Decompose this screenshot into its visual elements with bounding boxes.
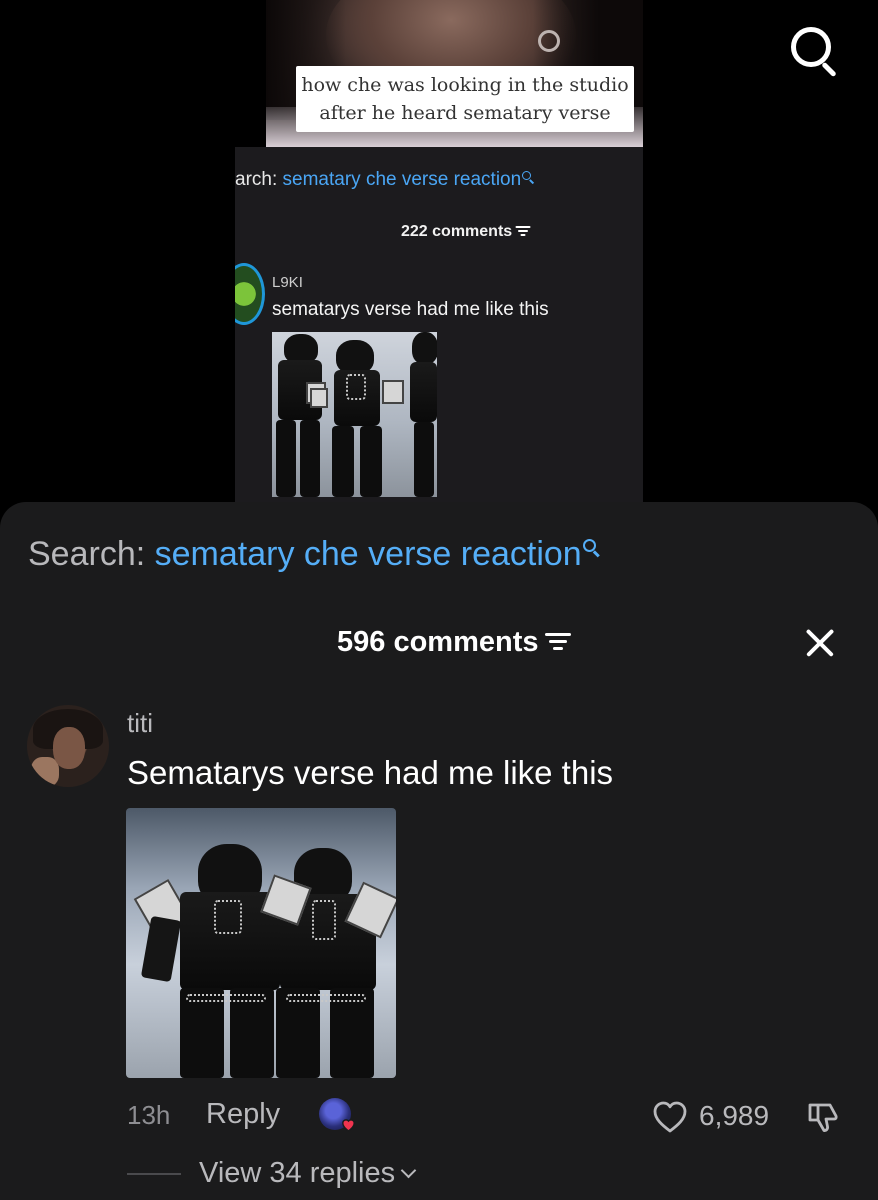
earring-graphic xyxy=(538,30,560,52)
search-suggestion[interactable]: Search: sematary che verse reaction xyxy=(28,535,601,574)
comment-image[interactable] xyxy=(126,808,396,1078)
search-term: sematary che verse reaction xyxy=(154,535,582,573)
embedded-search-suggestion[interactable]: arch: sematary che verse reaction xyxy=(235,169,534,191)
search-icon[interactable] xyxy=(788,24,842,78)
view-replies-button[interactable]: View 34 replies xyxy=(199,1157,417,1190)
heart-icon xyxy=(342,1119,355,1132)
chevron-down-icon xyxy=(400,1162,417,1179)
search-icon xyxy=(522,171,534,184)
close-icon[interactable] xyxy=(800,624,838,662)
like-heart-icon[interactable] xyxy=(652,1100,688,1134)
embedded-comment-count-label: 222 comments xyxy=(401,223,513,240)
comment-count: 596 comments xyxy=(337,626,571,659)
sort-icon[interactable] xyxy=(544,630,571,652)
embedded-username: L9KI xyxy=(272,274,303,291)
embedded-comment-count: 222 comments xyxy=(401,223,531,241)
embedded-comment-image xyxy=(272,332,437,497)
like-count: 6,989 xyxy=(699,1100,770,1131)
search-prefix: Search: xyxy=(28,535,155,573)
comment-text: Sematarys verse had me like this xyxy=(127,754,614,791)
replies-divider xyxy=(127,1173,181,1175)
comment-count-label: 596 comments xyxy=(337,626,539,658)
reply-button[interactable]: Reply xyxy=(206,1098,280,1131)
comments-sheet: Search: sematary che verse reaction 596 … xyxy=(0,502,878,1200)
video-frame[interactable]: how che was looking in the studio after … xyxy=(266,0,643,147)
search-icon xyxy=(582,539,601,558)
video-caption-line-2: after he heard sematary verse xyxy=(319,102,611,124)
embedded-comments-panel: arch: sematary che verse reaction 222 co… xyxy=(235,147,643,502)
embedded-comment-text: sematarys verse had me like this xyxy=(272,299,549,320)
liked-by-creator-badge xyxy=(319,1098,357,1136)
screen: how che was looking in the studio after … xyxy=(0,0,878,1200)
dislike-icon[interactable] xyxy=(804,1099,842,1137)
video-caption-line-1: how che was looking in the studio xyxy=(301,74,629,96)
view-replies-label: View 34 replies xyxy=(199,1157,396,1189)
video-caption: how che was looking in the studio after … xyxy=(296,66,634,132)
avatar[interactable] xyxy=(27,705,109,787)
comment-time: 13h xyxy=(127,1100,171,1130)
embedded-search-term: sematary che verse reaction xyxy=(282,169,522,190)
comment-username[interactable]: titi xyxy=(127,708,153,739)
sort-icon[interactable] xyxy=(515,224,531,237)
embedded-search-prefix: arch: xyxy=(235,169,283,190)
embedded-avatar xyxy=(235,263,265,325)
